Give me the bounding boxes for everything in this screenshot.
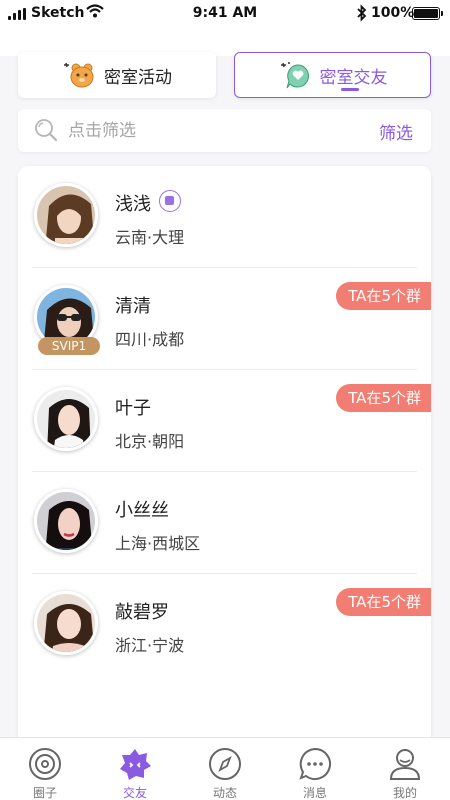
tab-room-activity[interactable]: 密室活动: [18, 52, 216, 98]
nav-item-feed[interactable]: 动态: [180, 738, 270, 800]
bear-icon: [62, 60, 96, 90]
nav-label: 我的: [392, 786, 417, 800]
user-name: 敲碧罗: [115, 602, 169, 623]
search-input[interactable]: [68, 117, 348, 144]
user-name: 小丝丝: [115, 500, 169, 521]
group-count-badge: TA在5个群: [336, 588, 431, 616]
star-face-icon: [120, 749, 151, 780]
circle-icon: [29, 748, 61, 780]
battery-percent: 100%: [371, 5, 415, 21]
nav-item-messages[interactable]: 消息: [270, 738, 360, 800]
avatar[interactable]: [34, 387, 98, 451]
list-item[interactable]: 敲碧罗 浙江·宁波 TA在5个群: [18, 574, 431, 676]
compass-icon: [209, 748, 241, 780]
list-item[interactable]: 浅浅 云南·大理: [18, 166, 431, 268]
list-item[interactable]: 叶子 北京·朝阳 TA在5个群: [18, 370, 431, 472]
bluetooth-icon: [357, 4, 367, 22]
tab-label: 密室活动: [104, 67, 172, 88]
nav-label: 交友: [122, 786, 147, 800]
nav-item-profile[interactable]: 我的: [360, 738, 450, 800]
tab-active-indicator: [341, 88, 359, 91]
user-name: 浅浅: [115, 194, 151, 215]
vip-badge: SVIP1: [38, 337, 100, 355]
tab-room-dating[interactable]: 密室交友: [234, 52, 431, 98]
user-name: 清清: [115, 296, 151, 317]
message-icon: [299, 747, 331, 780]
search-bar[interactable]: 筛选: [18, 109, 431, 152]
status-bar: Sketch 9:41 AM 100%: [0, 0, 450, 28]
profile-icon: [389, 749, 421, 780]
nav-label: 动态: [212, 786, 237, 800]
battery-icon: [412, 7, 443, 20]
user-location: 四川·成都: [115, 330, 185, 349]
avatar[interactable]: [34, 489, 98, 553]
user-location: 浙江·宁波: [115, 636, 185, 655]
search-icon: [35, 119, 58, 142]
video-icon: [159, 190, 181, 212]
list-item[interactable]: SVIP1 清清 四川·成都 TA在5个群: [18, 268, 431, 370]
tab-label: 密室交友: [319, 67, 388, 88]
nav-label: 消息: [302, 786, 327, 800]
nav-item-dating[interactable]: 交友: [90, 738, 180, 800]
group-count-badge: TA在5个群: [336, 282, 431, 310]
nav-label: 圈子: [32, 786, 57, 800]
chat-heart-icon: [278, 60, 312, 90]
avatar[interactable]: [34, 591, 98, 655]
user-location: 北京·朝阳: [115, 432, 185, 451]
user-list: 浅浅 云南·大理 SVIP1 清清 四川·成都 TA在5个群 叶子 北京·朝阳 …: [18, 166, 431, 746]
user-location: 云南·大理: [115, 228, 185, 247]
bottom-nav: 圈子 交友 动态 消息 我的: [0, 737, 450, 800]
avatar[interactable]: [34, 183, 98, 247]
group-count-badge: TA在5个群: [336, 384, 431, 412]
user-location: 上海·西城区: [115, 534, 201, 553]
list-item[interactable]: 小丝丝 上海·西城区: [18, 472, 431, 574]
nav-item-circle[interactable]: 圈子: [0, 738, 90, 800]
filter-button[interactable]: 筛选: [379, 119, 413, 144]
user-name: 叶子: [115, 398, 151, 419]
